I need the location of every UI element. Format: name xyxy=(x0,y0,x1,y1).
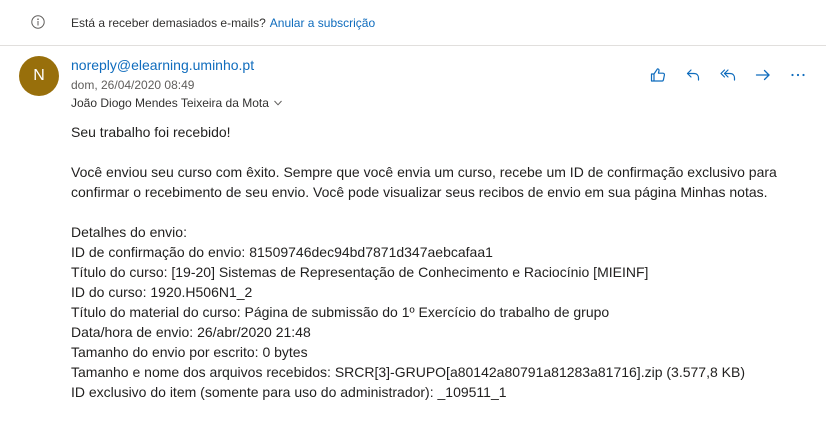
banner-text: Está a receber demasiados e-mails? xyxy=(71,16,266,30)
unsubscribe-banner: Está a receber demasiados e-mails? Anular… xyxy=(0,0,826,46)
detail-line: ID do curso: 1920.H506N1_2 xyxy=(71,284,253,300)
sender-avatar: N xyxy=(19,56,59,96)
message-body: Seu trabalho foi recebido! Você enviou s… xyxy=(71,122,811,402)
detail-line: Tamanho e nome dos arquivos recebidos: S… xyxy=(71,364,745,380)
reply-icon xyxy=(686,69,699,81)
like-icon xyxy=(650,68,665,82)
detail-line: ID exclusivo do item (somente para uso d… xyxy=(71,384,507,400)
body-greeting: Seu trabalho foi recebido! xyxy=(71,124,231,140)
detail-line: ID de confirmação do envio: 81509746dec9… xyxy=(71,244,493,260)
reply-all-icon xyxy=(719,69,735,81)
sender-address[interactable]: noreply@elearning.uminho.pt xyxy=(71,57,254,73)
detail-line: Tamanho do envio por escrito: 0 bytes xyxy=(71,344,308,360)
chevron-down-icon[interactable] xyxy=(273,98,283,108)
avatar-initial: N xyxy=(33,67,45,84)
forward-icon xyxy=(755,69,770,81)
detail-line: Título do curso: [19-20] Sistemas de Rep… xyxy=(71,264,649,280)
body-paragraph: Você enviou seu curso com êxito. Sempre … xyxy=(71,164,777,200)
banner-text-wrap: Está a receber demasiados e-mails? Anular… xyxy=(71,16,375,30)
more-icon xyxy=(790,73,805,77)
recipient-name: João Diogo Mendes Teixeira da Mota xyxy=(71,96,269,110)
unsubscribe-link[interactable]: Anular a subscrição xyxy=(270,16,375,30)
like-button[interactable] xyxy=(640,64,675,86)
more-actions-button[interactable] xyxy=(780,64,815,86)
details-title: Detalhes do envio: xyxy=(71,224,187,240)
info-icon xyxy=(31,15,45,29)
forward-button[interactable] xyxy=(745,64,780,86)
reply-button[interactable] xyxy=(675,64,710,86)
recipient[interactable]: João Diogo Mendes Teixeira da Mota xyxy=(71,96,283,110)
message-actions xyxy=(640,64,815,86)
reply-all-button[interactable] xyxy=(710,64,745,86)
detail-line: Título do material do curso: Página de s… xyxy=(71,304,610,320)
message-date: dom, 26/04/2020 08:49 xyxy=(71,78,195,92)
detail-line: Data/hora de envio: 26/abr/2020 21:48 xyxy=(71,324,311,340)
